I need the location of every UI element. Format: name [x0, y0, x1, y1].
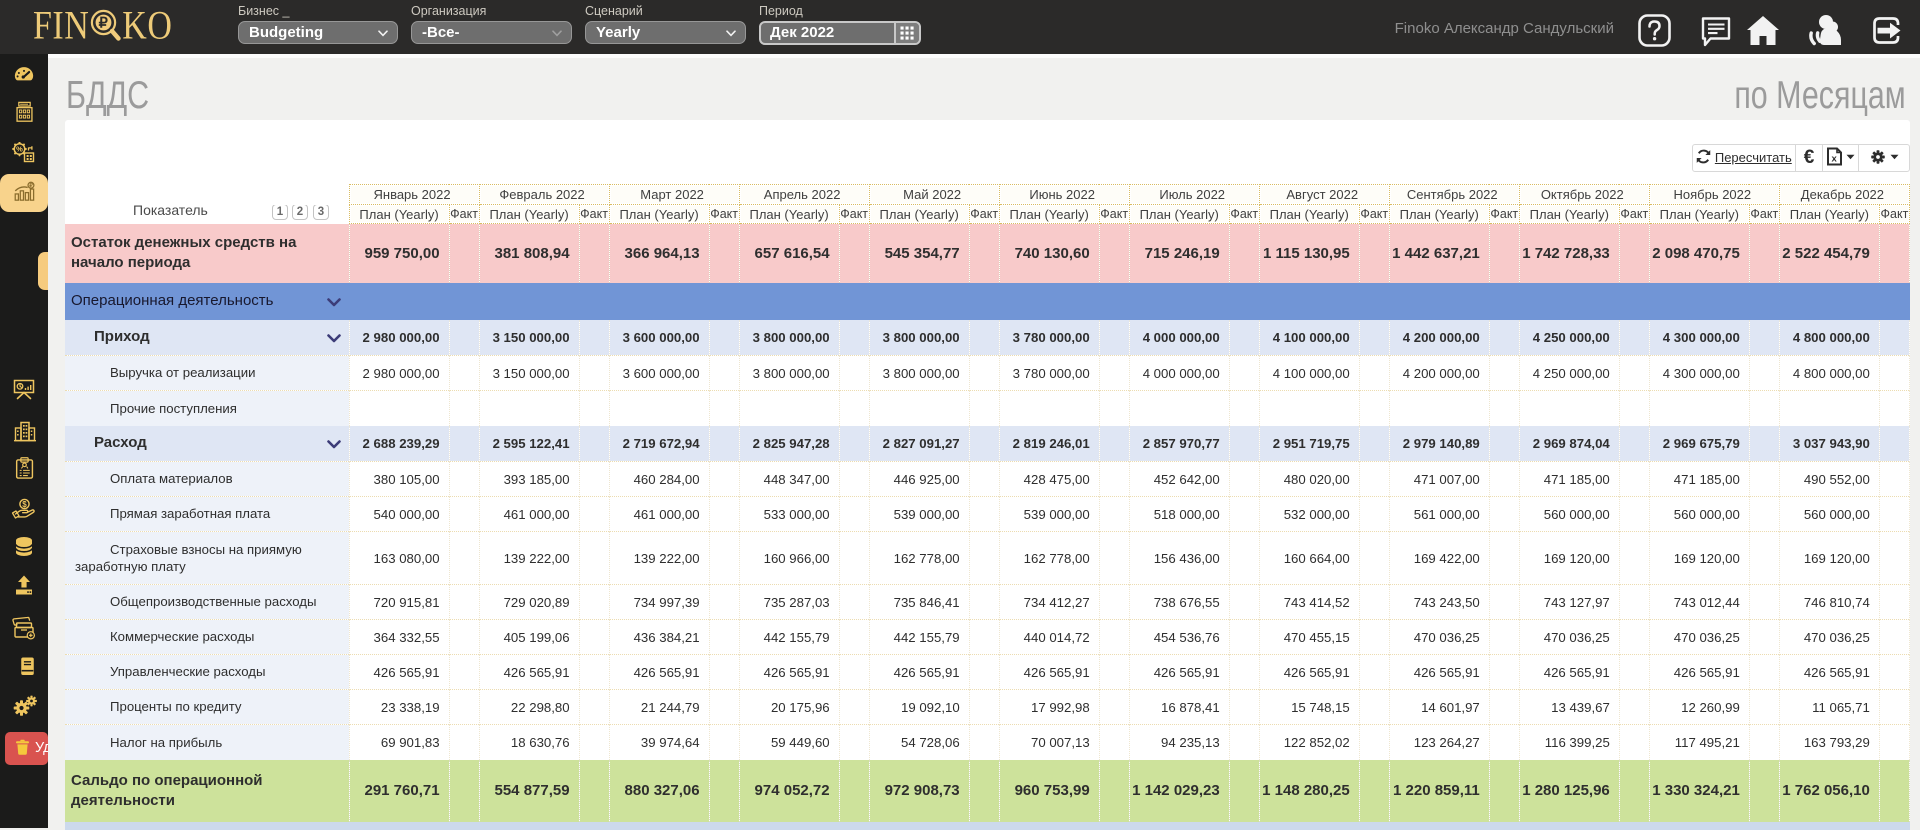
- svg-text:x: x: [1831, 154, 1837, 165]
- svg-text:₽: ₽: [99, 16, 109, 32]
- svg-text:%: %: [16, 145, 23, 154]
- svg-text:$: $: [22, 500, 27, 509]
